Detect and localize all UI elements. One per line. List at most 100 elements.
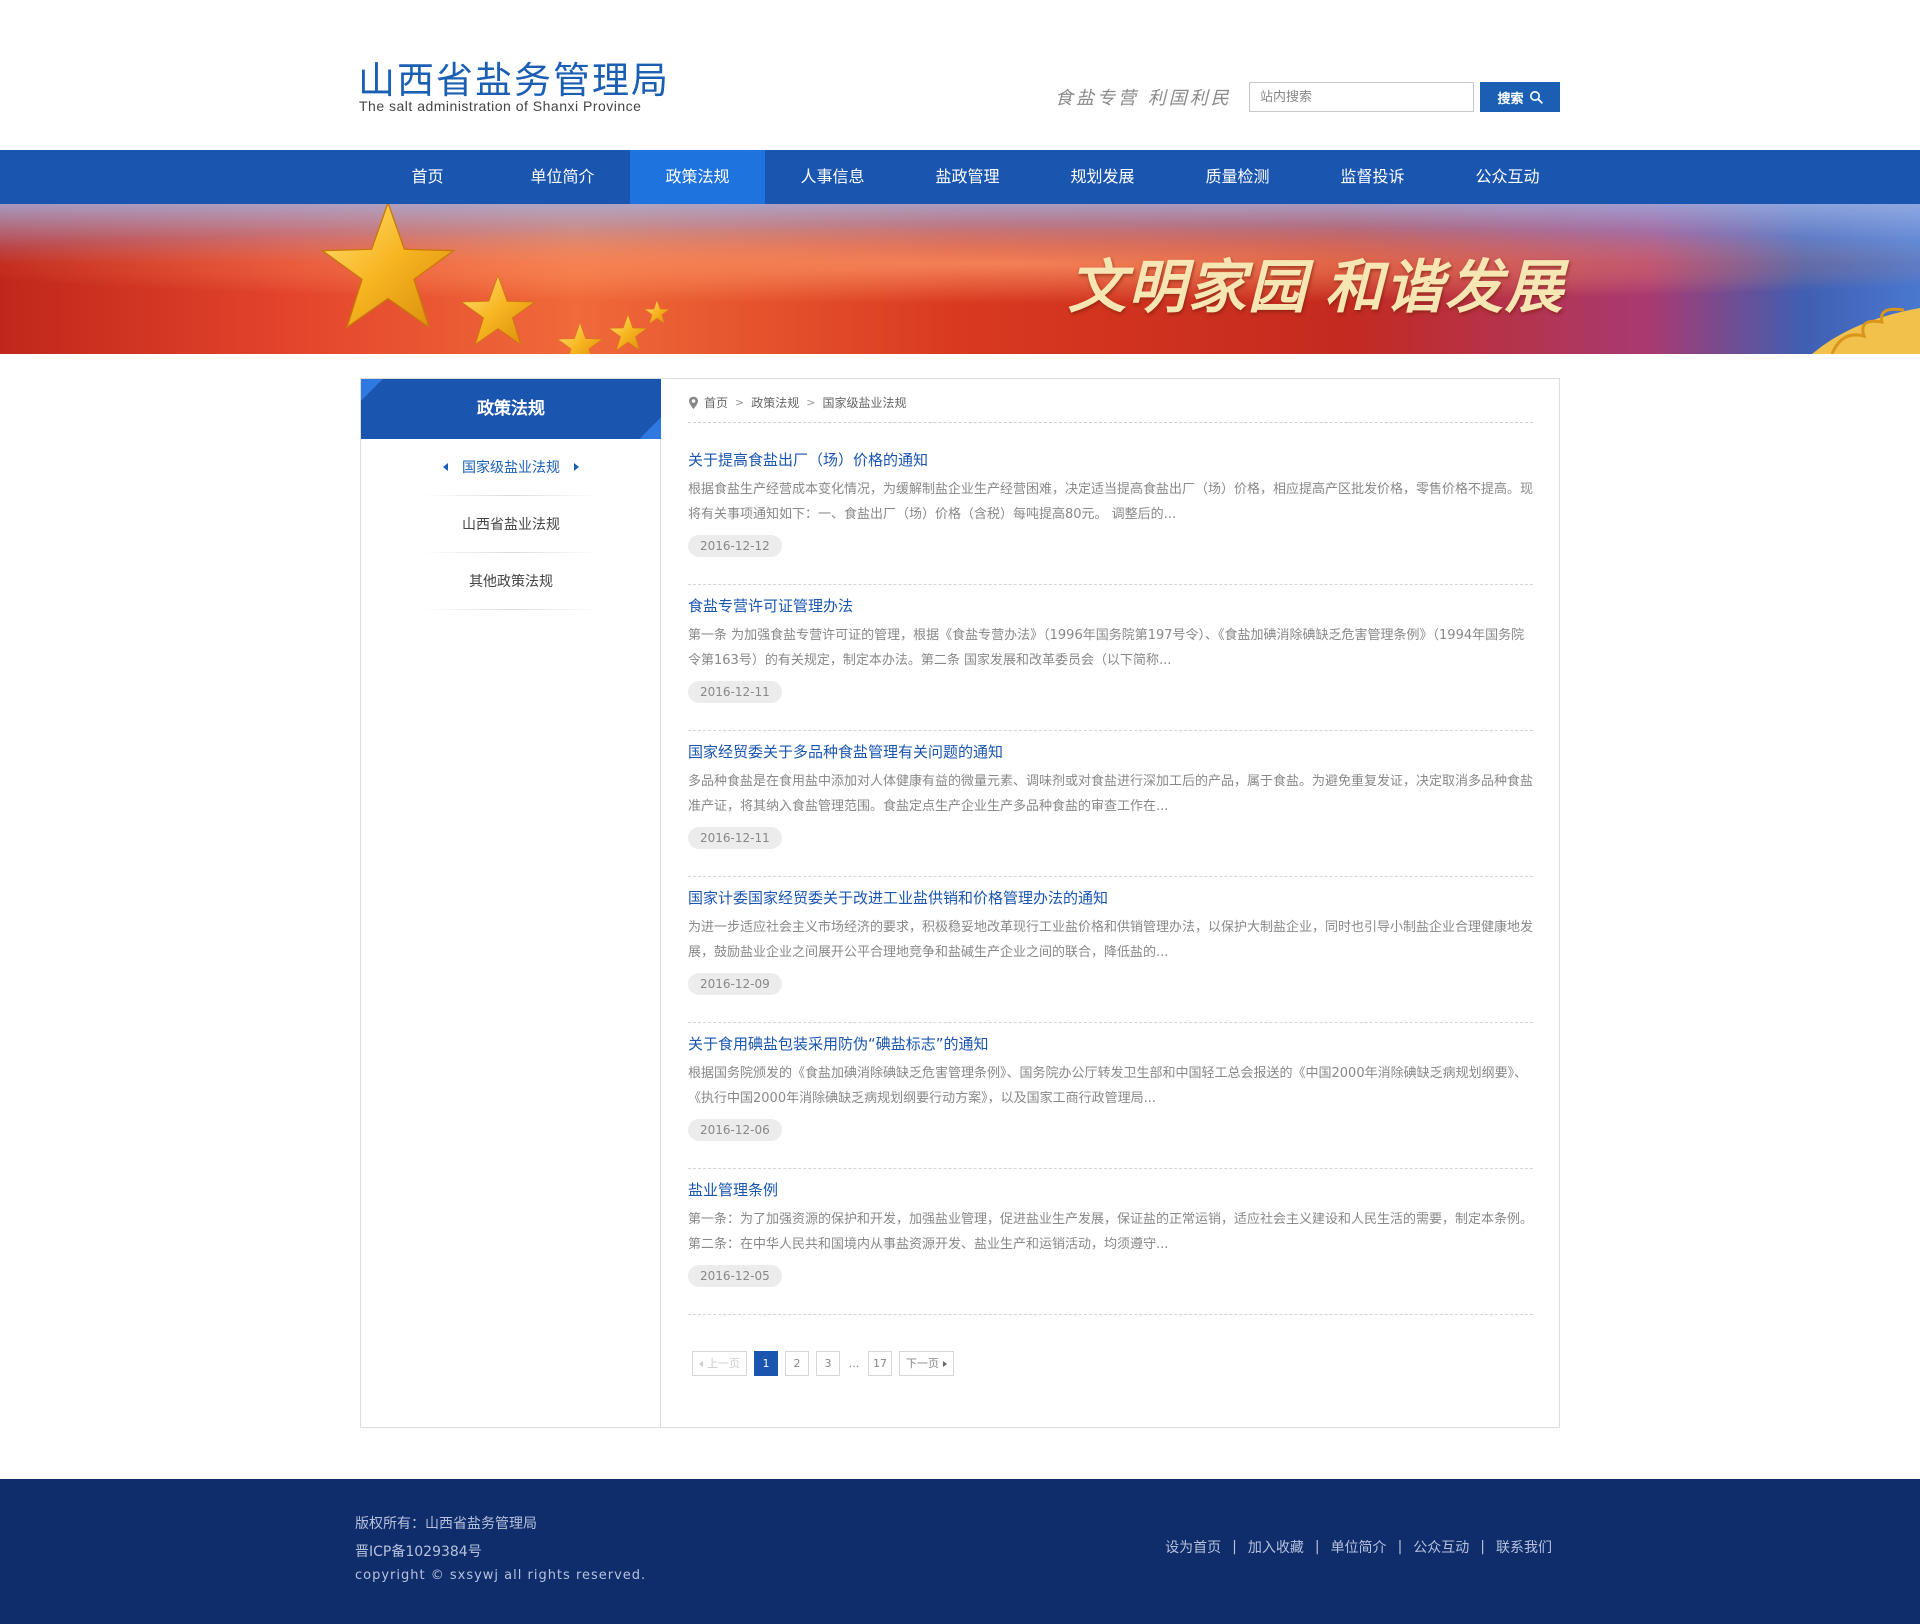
sidebar: 政策法规 国家级盐业法规 山西省盐业法规 其他政策法规	[361, 379, 661, 1427]
article-summary: 多品种食盐是在食用盐中添加对人体健康有益的微量元素、调味剂或对食盐进行深加工后的…	[688, 774, 1534, 814]
article-summary: 第一条 为加强食盐专营许可证的管理，根据《食盐专营办法》（1996年国务院第19…	[688, 628, 1525, 668]
pagination-ellipsis: ...	[848, 1357, 860, 1370]
nav-item-home[interactable]: 首页	[360, 150, 495, 204]
star-icon	[460, 274, 536, 346]
article-list: 关于提高食盐出厂（场）价格的通知 根据食盐生产经营成本变化情况，为缓解制盐企业生…	[688, 439, 1533, 1315]
article-date-badge: 2016-12-11	[688, 681, 782, 703]
footer-link-set-homepage[interactable]: 设为首页	[1165, 1537, 1221, 1557]
gold-ornament-icon	[1812, 307, 1920, 354]
nav-item-policy[interactable]: 政策法规	[630, 150, 765, 204]
nav-item-quality[interactable]: 质量检测	[1170, 150, 1305, 204]
sidebar-item-other-regulations[interactable]: 其他政策法规	[361, 553, 661, 610]
breadcrumb-divider	[688, 422, 1533, 423]
footer-icp: 晋ICP备1029384号	[355, 1544, 482, 1560]
article-date-badge: 2016-12-06	[688, 1119, 782, 1141]
list-item: 食盐专营许可证管理办法 第一条 为加强食盐专营许可证的管理，根据《食盐专营办法》…	[688, 585, 1533, 731]
nav-item-complaints[interactable]: 监督投诉	[1305, 150, 1440, 204]
search-input[interactable]	[1249, 82, 1474, 112]
page-button-last[interactable]: 17	[868, 1351, 892, 1376]
nav-item-about[interactable]: 单位简介	[495, 150, 630, 204]
sidebar-menu: 国家级盐业法规 山西省盐业法规 其他政策法规	[361, 439, 661, 610]
article-date-badge: 2016-12-05	[688, 1265, 782, 1287]
hero-banner: 文明家园 和谐发展	[0, 204, 1920, 354]
pagination: 上一页 1 2 3 ... 17 下一页	[692, 1351, 954, 1376]
next-page-label: 下一页	[906, 1357, 939, 1370]
triangle-left-icon	[699, 1361, 703, 1367]
article-summary: 根据食盐生产经营成本变化情况，为缓解制盐企业生产经营困难，决定适当提高食盐出厂（…	[688, 482, 1534, 522]
article-title-link[interactable]: 国家经贸委关于多品种食盐管理有关问题的通知	[688, 741, 1003, 762]
big-star-icon	[320, 204, 456, 329]
site-footer: 版权所有：山西省盐务管理局 晋ICP备1029384号 copyright © …	[0, 1479, 1920, 1624]
article-date-badge: 2016-12-11	[688, 827, 782, 849]
star-icon	[608, 314, 648, 351]
site-logo-subtitle: The salt administration of Shanxi Provin…	[359, 98, 642, 114]
search-button[interactable]: 搜索	[1480, 82, 1560, 112]
footer-separator: |	[1314, 1539, 1320, 1555]
footer-link-contact[interactable]: 联系我们	[1496, 1537, 1552, 1557]
sidebar-item-national-regulations[interactable]: 国家级盐业法规	[361, 439, 661, 496]
footer-separator: |	[1232, 1539, 1237, 1555]
sidebar-item-label: 国家级盐业法规	[462, 460, 560, 476]
header-slogan: 食盐专营 利国利民	[1055, 88, 1232, 109]
article-date-badge: 2016-12-09	[688, 973, 782, 995]
sidebar-item-label: 其他政策法规	[469, 574, 553, 590]
article-date-badge: 2016-12-12	[688, 535, 782, 557]
footer-link-about[interactable]: 单位简介	[1331, 1537, 1387, 1557]
breadcrumb-home-link[interactable]: 首页	[704, 391, 728, 415]
footer-copyright: copyright © sxsywj all rights reserved.	[355, 1568, 647, 1583]
list-item: 国家经贸委关于多品种食盐管理有关问题的通知 多品种食盐是在食用盐中添加对人体健康…	[688, 731, 1533, 877]
main-nav: 首页 单位简介 政策法规 人事信息 盐政管理 规划发展 质量检测 监督投诉 公众…	[0, 150, 1920, 204]
list-item: 关于提高食盐出厂（场）价格的通知 根据食盐生产经营成本变化情况，为缓解制盐企业生…	[688, 439, 1533, 585]
chevron-right-icon: >	[806, 396, 816, 409]
triangle-right-icon	[943, 1361, 947, 1367]
article-title-link[interactable]: 国家计委国家经贸委关于改进工业盐供销和价格管理办法的通知	[688, 887, 1108, 908]
page-button-1[interactable]: 1	[754, 1351, 778, 1376]
nav-item-interaction[interactable]: 公众互动	[1440, 150, 1575, 204]
star-icon	[557, 322, 603, 354]
list-item: 关于食用碘盐包装采用防伪“碘盐标志”的通知 根据国务院颁发的《食盐加碘消除碘缺乏…	[688, 1023, 1533, 1169]
chevron-right-icon: >	[735, 396, 745, 409]
list-item: 盐业管理条例 第一条：为了加强资源的保护和开发，加强盐业管理，促进盐业生产发展，…	[688, 1169, 1533, 1315]
banner-flag-wave	[0, 224, 1920, 304]
footer-separator: |	[1480, 1539, 1485, 1555]
article-title-link[interactable]: 关于提高食盐出厂（场）价格的通知	[688, 449, 928, 470]
main-nav-list: 首页 单位简介 政策法规 人事信息 盐政管理 规划发展 质量检测 监督投诉 公众…	[360, 150, 1575, 204]
article-summary: 第一条：为了加强资源的保护和开发，加强盐业管理，促进盐业生产发展，保证盐的正常运…	[688, 1212, 1534, 1252]
list-item: 国家计委国家经贸委关于改进工业盐供销和价格管理办法的通知 为进一步适应社会主义市…	[688, 877, 1533, 1023]
site-logo-title[interactable]: 山西省盐务管理局	[358, 50, 670, 104]
page-button-3[interactable]: 3	[816, 1351, 840, 1376]
breadcrumb: 首页 > 政策法规 > 国家级盐业法规	[688, 391, 906, 415]
breadcrumb-current: 国家级盐业法规	[822, 396, 907, 410]
banner-slogan-right: 和谐发展	[1325, 253, 1566, 321]
next-page-button[interactable]: 下一页	[899, 1351, 954, 1376]
site-header: 山西省盐务管理局 The salt administration of Shan…	[0, 0, 1920, 150]
prev-page-button[interactable]: 上一页	[692, 1351, 747, 1376]
search-icon	[1529, 91, 1543, 104]
sidebar-item-label: 山西省盐业法规	[462, 517, 560, 533]
location-pin-icon	[689, 396, 698, 409]
prev-page-label: 上一页	[707, 1357, 740, 1370]
star-icon	[644, 300, 670, 324]
main-content-box: 政策法规 国家级盐业法规 山西省盐业法规 其他政策法规 首页 > 政策法规 > …	[360, 378, 1560, 1428]
footer-separator: |	[1397, 1539, 1403, 1555]
article-title-link[interactable]: 盐业管理条例	[688, 1179, 778, 1200]
triangle-left-icon	[443, 463, 448, 471]
footer-link-interaction[interactable]: 公众互动	[1413, 1537, 1469, 1557]
sidebar-title: 政策法规	[361, 379, 661, 439]
article-title-link[interactable]: 食盐专营许可证管理办法	[688, 595, 853, 616]
footer-copyright-owner: 版权所有：山西省盐务管理局	[355, 1516, 537, 1532]
sidebar-item-shanxi-regulations[interactable]: 山西省盐业法规	[361, 496, 661, 553]
triangle-right-icon	[574, 463, 579, 471]
footer-links: 设为首页 | 加入收藏 | 单位简介 | 公众互动 | 联系我们	[1165, 1537, 1552, 1557]
footer-link-bookmark[interactable]: 加入收藏	[1248, 1537, 1304, 1557]
breadcrumb-section-link[interactable]: 政策法规	[751, 391, 799, 415]
nav-item-planning[interactable]: 规划发展	[1035, 150, 1170, 204]
nav-item-salt-admin[interactable]: 盐政管理	[900, 150, 1035, 204]
search-button-label: 搜索	[1497, 91, 1524, 107]
article-title-link[interactable]: 关于食用碘盐包装采用防伪“碘盐标志”的通知	[688, 1033, 989, 1054]
nav-item-personnel[interactable]: 人事信息	[765, 150, 900, 204]
article-summary: 根据国务院颁发的《食盐加碘消除碘缺乏危害管理条例》、国务院办公厅转发卫生部和中国…	[688, 1066, 1528, 1106]
page-button-2[interactable]: 2	[785, 1351, 809, 1376]
banner-slogan-left: 文明家园	[1068, 253, 1309, 321]
article-summary: 为进一步适应社会主义市场经济的要求，积极稳妥地改革现行工业盐价格和供销管理办法，…	[688, 920, 1534, 960]
